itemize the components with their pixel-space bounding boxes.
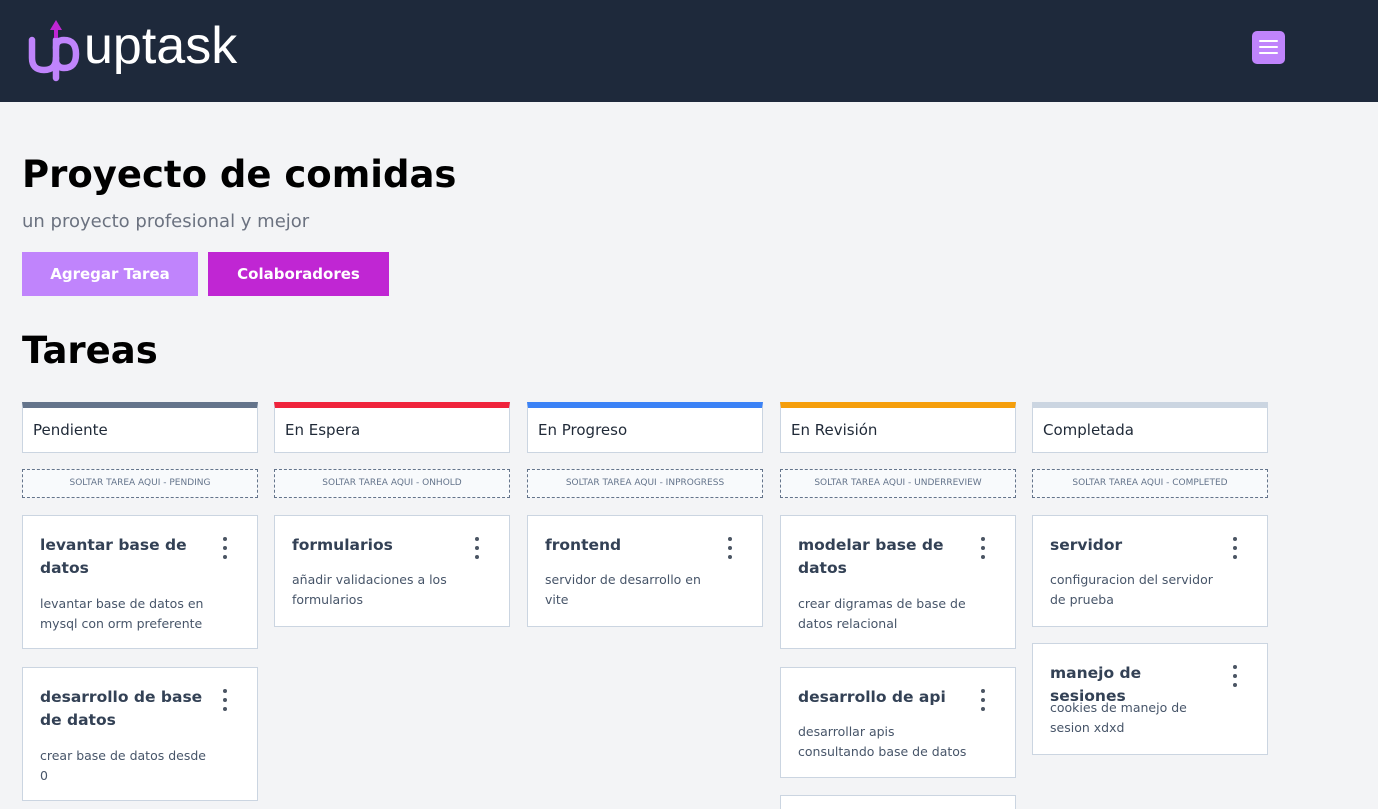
task-title: levantar base de datos xyxy=(40,536,187,577)
task-card[interactable]: formularios añadir validaciones a los fo… xyxy=(274,515,510,627)
hamburger-icon xyxy=(1259,40,1278,42)
column-label: Completada xyxy=(1043,421,1134,439)
dropzone-label: SOLTAR TAREA AQUI - INPROGRESS xyxy=(565,478,725,488)
more-options-icon[interactable] xyxy=(724,536,736,560)
dropzone-completed[interactable]: SOLTAR TAREA AQUI - COMPLETED xyxy=(1032,469,1268,498)
column-label: Pendiente xyxy=(33,421,108,439)
collaborators-button[interactable]: Colaboradores xyxy=(208,252,389,296)
task-card-partial[interactable] xyxy=(780,795,1016,809)
task-description: servidor de desarrollo en vite xyxy=(545,572,701,607)
column-header-underreview: En Revisión xyxy=(780,402,1016,453)
column-label: En Espera xyxy=(285,421,361,439)
hamburger-icon-line xyxy=(1259,46,1278,48)
task-title: frontend xyxy=(545,536,622,554)
dropzone-underreview[interactable]: SOLTAR TAREA AQUI - UNDERREVIEW xyxy=(780,469,1016,498)
task-description: crear digramas de base de datos relacion… xyxy=(798,596,966,631)
task-description: configuracion del servidor de prueba xyxy=(1050,572,1213,607)
column-header-pending: Pendiente xyxy=(22,402,258,453)
dropzone-label: SOLTAR TAREA AQUI - ONHOLD xyxy=(322,478,462,488)
project-title: Proyecto de comidas xyxy=(22,153,457,196)
add-task-button[interactable]: Agregar Tarea xyxy=(22,252,198,296)
more-options-icon[interactable] xyxy=(1229,536,1241,560)
task-card[interactable]: desarrollo de api desarrollar apis consu… xyxy=(780,667,1016,778)
task-card[interactable]: desarrollo de base de datos crear base d… xyxy=(22,667,258,801)
more-options-icon[interactable] xyxy=(977,688,989,712)
more-options-icon[interactable] xyxy=(1229,664,1241,688)
more-options-icon[interactable] xyxy=(219,688,231,712)
more-options-icon[interactable] xyxy=(977,536,989,560)
project-subtitle: un proyecto profesional y mejor xyxy=(22,211,310,232)
task-title: servidor xyxy=(1050,536,1123,554)
dropzone-label: SOLTAR TAREA AQUI - PENDING xyxy=(69,478,211,488)
task-description: desarrollar apis consultando base de dat… xyxy=(798,724,967,759)
column-header-completed: Completada xyxy=(1032,402,1268,453)
task-title: modelar base de datos xyxy=(798,536,944,577)
task-title: desarrollo de api xyxy=(798,688,946,706)
task-card[interactable]: modelar base de datos crear digramas de … xyxy=(780,515,1016,649)
app-header: uptask xyxy=(0,0,1378,102)
menu-button[interactable] xyxy=(1252,31,1285,64)
logo-arrow-icon xyxy=(28,20,80,82)
task-card[interactable]: manejo de sesiones cookies de manejo de … xyxy=(1032,643,1268,755)
logo-text: uptask xyxy=(84,17,238,75)
task-card[interactable]: frontend servidor de desarrollo en vite xyxy=(527,515,763,627)
column-header-inprogress: En Progreso xyxy=(527,402,763,453)
dropzone-pending[interactable]: SOLTAR TAREA AQUI - PENDING xyxy=(22,469,258,498)
dropzone-label: SOLTAR TAREA AQUI - UNDERREVIEW xyxy=(814,478,982,488)
task-card[interactable]: levantar base de datos levantar base de … xyxy=(22,515,258,649)
task-description: levantar base de datos en mysql con orm … xyxy=(40,596,204,631)
dropzone-label: SOLTAR TAREA AQUI - COMPLETED xyxy=(1072,478,1228,488)
tasks-section-title: Tareas xyxy=(22,329,158,372)
column-label: En Revisión xyxy=(791,421,878,439)
task-card[interactable]: servidor configuracion del servidor de p… xyxy=(1032,515,1268,627)
dropzone-inprogress[interactable]: SOLTAR TAREA AQUI - INPROGRESS xyxy=(527,469,763,498)
task-description: cookies de manejo de sesion xdxd xyxy=(1050,700,1187,735)
task-title: formularios xyxy=(292,536,393,554)
uptask-logo[interactable]: uptask xyxy=(26,18,237,82)
column-header-onhold: En Espera xyxy=(274,402,510,453)
task-description: añadir validaciones a los formularios xyxy=(292,572,447,607)
column-label: En Progreso xyxy=(538,421,628,439)
task-title: desarrollo de base de datos xyxy=(40,688,203,729)
task-description: crear base de datos desde 0 xyxy=(40,748,206,783)
more-options-icon[interactable] xyxy=(219,536,231,560)
dropzone-onhold[interactable]: SOLTAR TAREA AQUI - ONHOLD xyxy=(274,469,510,498)
more-options-icon[interactable] xyxy=(471,536,483,560)
hamburger-icon-line xyxy=(1259,52,1278,54)
